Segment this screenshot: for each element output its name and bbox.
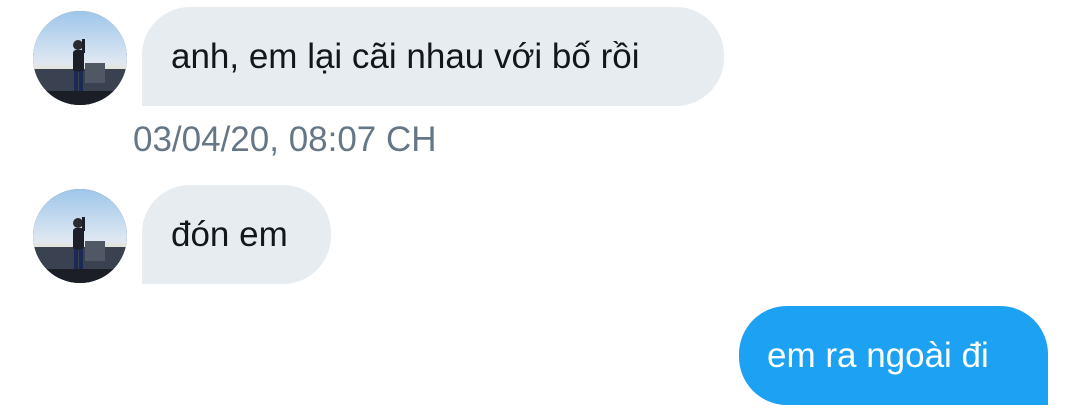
sender-avatar[interactable] — [33, 189, 127, 283]
message-text: đón em — [171, 215, 288, 254]
message-timestamp: 03/04/20, 08:07 CH — [133, 120, 437, 159]
sender-avatar[interactable] — [33, 11, 127, 105]
sent-message-bubble[interactable]: em ra ngoài đi — [739, 306, 1048, 405]
message-text: em ra ngoài đi — [767, 336, 989, 375]
message-bubble[interactable]: anh, em lại cãi nhau với bố rồi — [142, 7, 724, 106]
avatar-photo — [33, 11, 127, 105]
message-text: anh, em lại cãi nhau với bố rồi — [171, 37, 640, 76]
message-bubble[interactable]: đón em — [142, 185, 331, 284]
avatar-photo — [33, 189, 127, 283]
